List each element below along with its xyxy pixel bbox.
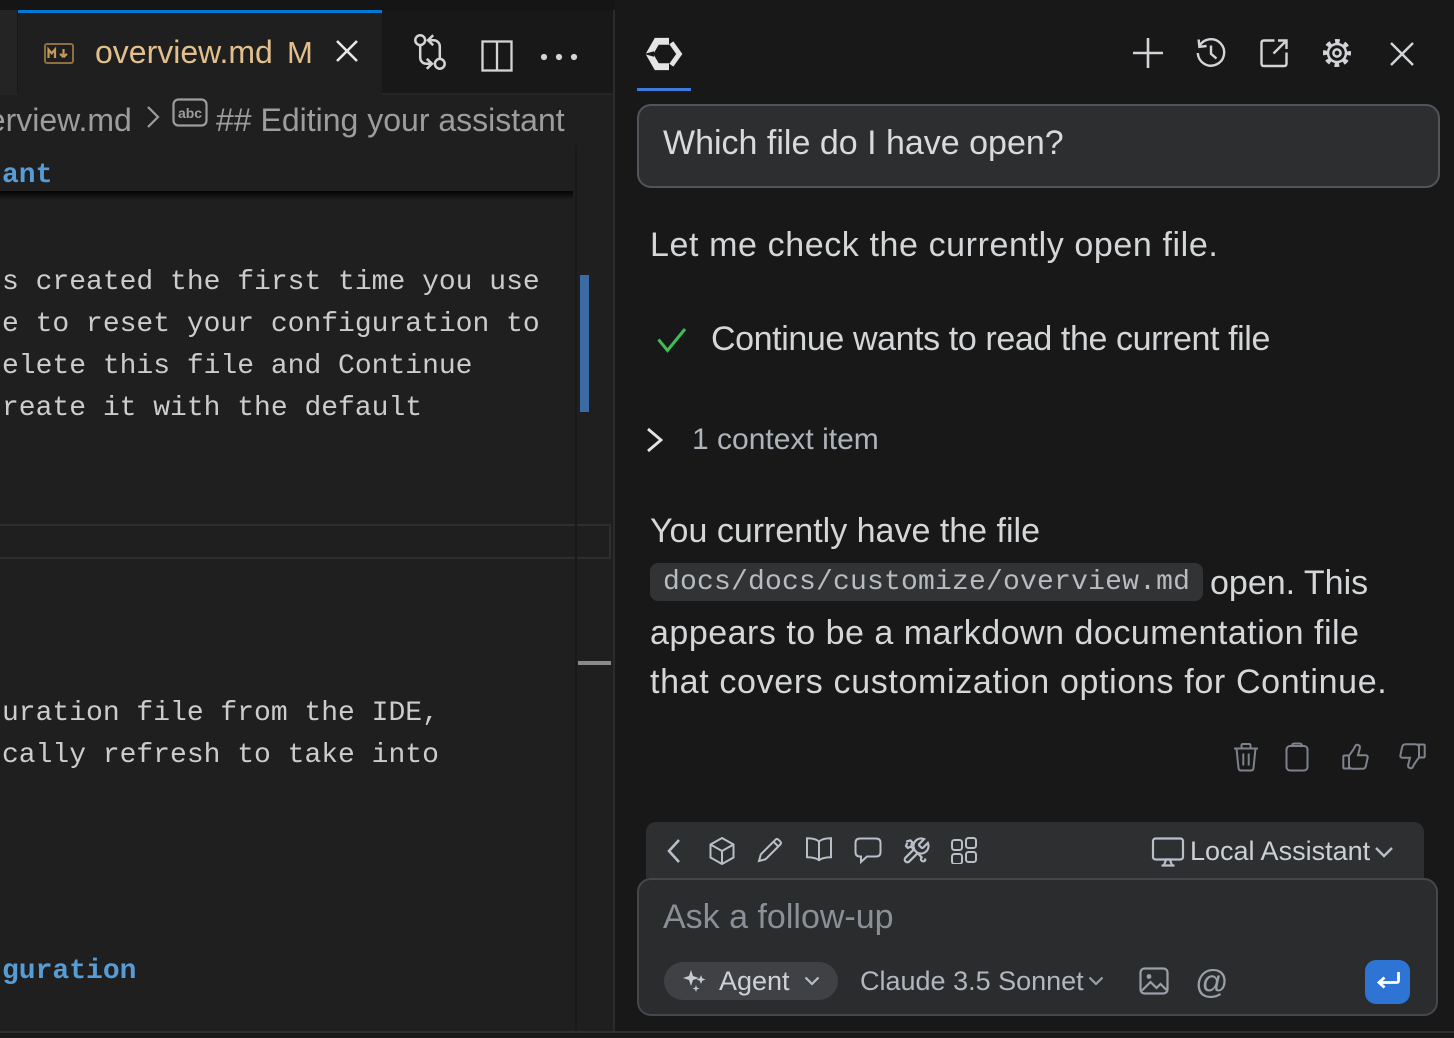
svg-text:abc: abc — [178, 105, 202, 121]
